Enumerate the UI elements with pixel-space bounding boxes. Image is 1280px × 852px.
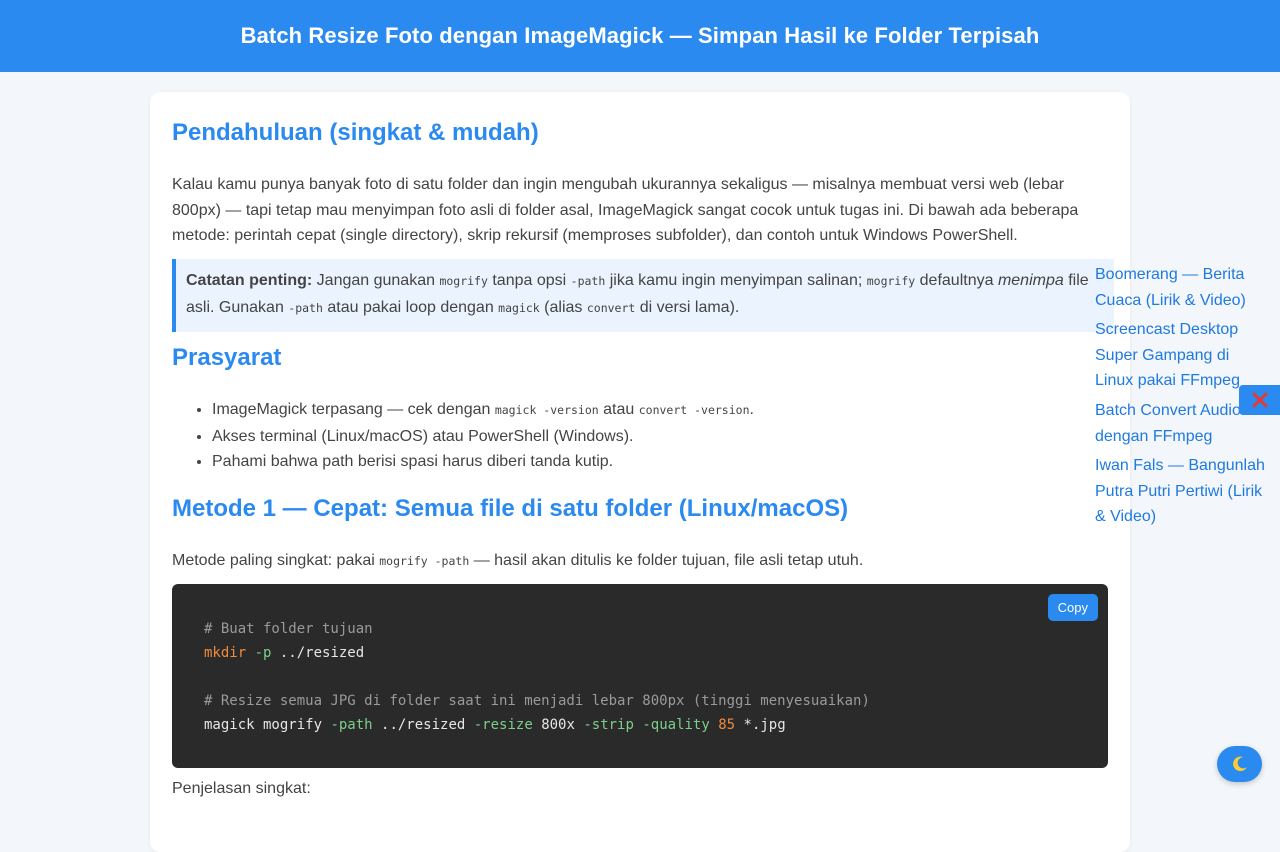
note-code: -path (288, 300, 323, 315)
code-arg: *.jpg (735, 717, 786, 733)
page-header: Batch Resize Foto dengan ImageMagick — S… (0, 0, 1280, 72)
code-flag: -strip (583, 717, 634, 733)
lead-code: mogrify -path (379, 554, 470, 568)
close-sidebar-button[interactable] (1239, 385, 1280, 415)
article-card: Pendahuluan (singkat & mudah) Kalau kamu… (150, 92, 1130, 852)
code-flag: -p (254, 645, 272, 661)
related-link[interactable]: Screencast Desktop Super Gampang di Linu… (1095, 317, 1270, 394)
note-code: mogrify (439, 274, 488, 288)
note-text: atau pakai loop dengan (322, 298, 499, 316)
close-icon (1252, 392, 1267, 408)
page-title: Batch Resize Foto dengan ImageMagick — S… (240, 23, 1040, 48)
code-command: magick mogrify (204, 717, 331, 733)
note-text: defaultnya (915, 272, 998, 289)
list-item: Akses terminal (Linux/macOS) atau PowerS… (212, 424, 754, 450)
code-arg: 800x (532, 717, 584, 733)
related-link[interactable]: Iwan Fals — Bangunlah Putra Putri Pertiw… (1095, 453, 1270, 530)
code-command: mkdir (204, 645, 247, 661)
code-flag: -path (330, 717, 373, 733)
code-comment: # Resize semua JPG di folder saat ini me… (204, 693, 870, 709)
intro-paragraph: Kalau kamu punya banyak foto di satu fol… (172, 176, 1079, 245)
item-text: . (749, 401, 754, 418)
item-text: atau (598, 401, 639, 418)
prereq-heading: Prasyarat (172, 344, 282, 371)
moon-icon (1232, 756, 1247, 772)
note-text: di versi lama). (635, 298, 740, 316)
code-number: 85 (718, 717, 736, 733)
note-text: Jangan gunakan (312, 272, 440, 289)
note-text: jika kamu ingin menyimpan salinan; (605, 272, 867, 289)
theme-toggle-button[interactable] (1217, 746, 1262, 782)
code-comment: # Buat folder tujuan (204, 621, 373, 637)
explanation-label: Penjelasan singkat: (172, 780, 311, 797)
prereq-list: ImageMagick terpasang — cek dengan magic… (172, 397, 754, 475)
code-flag: -quality (642, 717, 710, 733)
method1-heading: Metode 1 — Cepat: Semua file di satu fol… (172, 495, 849, 522)
note-code: mogrify (866, 274, 916, 288)
note-code: magick (498, 300, 540, 315)
code-arg: ../resized (271, 645, 365, 661)
note-text: tanpa opsi (487, 272, 571, 289)
note-code: convert (586, 300, 636, 315)
related-link[interactable]: Boomerang — Berita Cuaca (Lirik & Video) (1095, 262, 1270, 313)
note-text: (alias (539, 298, 587, 316)
note-label: Catatan penting: (186, 272, 313, 289)
note-emphasis: menimpa (997, 272, 1064, 289)
copy-button[interactable]: Copy (1047, 594, 1098, 621)
code-block[interactable]: Copy # Buat folder tujuan mkdir -p ../re… (172, 584, 1108, 768)
list-item: ImageMagick terpasang — cek dengan magic… (212, 397, 754, 424)
lead-text: — hasil akan ditulis ke folder tujuan, f… (469, 552, 864, 569)
code-flag: -resize (473, 717, 533, 733)
method1-lead: Metode paling singkat: pakai mogrify -pa… (172, 548, 1108, 575)
item-code: magick -version (494, 403, 599, 417)
important-note: Catatan penting: Jangan gunakan mogrify … (172, 259, 1114, 333)
list-item: Pahami bahwa path berisi spasi harus dib… (212, 449, 754, 475)
note-code: -path (570, 274, 606, 288)
code-arg: ../resized (372, 717, 474, 733)
intro-heading: Pendahuluan (singkat & mudah) (172, 119, 539, 146)
lead-text: Metode paling singkat: pakai (172, 552, 380, 569)
item-code: convert -version (638, 403, 750, 417)
code-content[interactable]: # Buat folder tujuan mkdir -p ../resized… (204, 617, 870, 737)
item-text: ImageMagick terpasang — cek dengan (212, 401, 495, 418)
